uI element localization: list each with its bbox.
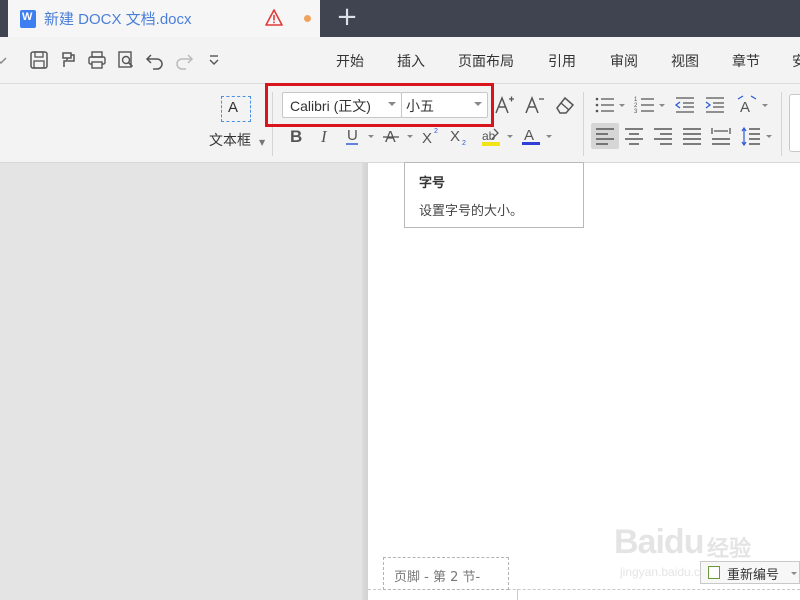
svg-text:ab: ab <box>482 129 496 143</box>
align-left-icon[interactable] <box>594 125 616 147</box>
chevron-down-icon: ▼ <box>259 138 266 147</box>
menu-bar: 开始 插入 页面布局 引用 审阅 视图 章节 安 <box>0 37 800 84</box>
numbered-list-icon[interactable]: 1 2 3 <box>634 94 656 116</box>
renumber-icon <box>708 566 720 579</box>
svg-text:I: I <box>320 127 328 146</box>
print-preview-icon[interactable] <box>116 50 136 70</box>
text-direction-icon[interactable]: A <box>736 94 758 116</box>
redo-icon[interactable] <box>174 50 194 70</box>
textbox-label: 文本框 <box>209 133 251 149</box>
styles-gallery[interactable] <box>789 94 800 152</box>
font-color-icon[interactable]: A <box>520 125 542 147</box>
document-tab-title: 新建 DOCX 文档.docx <box>44 11 192 28</box>
decrease-indent-icon[interactable] <box>674 94 696 116</box>
svg-text:2: 2 <box>434 128 438 135</box>
underline-icon[interactable]: U <box>343 125 365 147</box>
format-painter-icon[interactable] <box>58 50 78 70</box>
svg-text:X: X <box>422 130 432 147</box>
menu-section[interactable]: 章节 <box>732 51 760 71</box>
divider <box>583 92 584 156</box>
footer-section-tag: 页脚 - 第 2 节- <box>383 557 509 590</box>
textbox-icon: A <box>221 96 251 122</box>
eraser-icon[interactable] <box>554 94 576 116</box>
svg-text:A: A <box>524 127 534 144</box>
chevron-down-icon[interactable] <box>619 104 625 107</box>
footer-tag-label: 页脚 - 第 2 节- <box>394 570 481 585</box>
italic-icon[interactable]: I <box>314 125 336 147</box>
chevron-down-icon[interactable] <box>659 104 665 107</box>
save-icon[interactable] <box>29 50 49 70</box>
watermark-cn: 经验 <box>707 537 752 562</box>
chevron-down-icon[interactable] <box>546 135 552 138</box>
menu-references[interactable]: 引用 <box>548 51 576 71</box>
chevron-down-icon[interactable] <box>407 135 413 138</box>
distributed-align-icon[interactable] <box>710 125 732 147</box>
divider <box>517 589 518 600</box>
svg-text:A: A <box>740 99 750 116</box>
tooltip-title: 字号 <box>419 176 446 191</box>
chevron-down-icon[interactable] <box>507 135 513 138</box>
superscript-icon[interactable]: X 2 <box>420 125 442 147</box>
print-icon[interactable] <box>87 50 107 70</box>
menu-security[interactable]: 安 <box>792 51 800 71</box>
textbox-button[interactable]: A 文本框 ▼ <box>205 94 267 154</box>
chevron-down-icon[interactable] <box>368 135 374 138</box>
renumber-button[interactable]: 重新编号 <box>700 561 800 584</box>
new-tab-button[interactable]: + <box>336 4 358 30</box>
font-controls-highlight <box>265 83 494 127</box>
chevron-down-icon <box>791 572 797 575</box>
svg-text:U: U <box>347 127 358 144</box>
renumber-label: 重新编号 <box>727 568 780 583</box>
font-size-tooltip: 字号 设置字号的大小。 <box>404 162 584 228</box>
svg-text:3: 3 <box>634 109 638 115</box>
grow-font-icon[interactable] <box>493 94 515 116</box>
tab-bar: 新建 DOCX 文档.docx + <box>0 0 800 37</box>
word-doc-icon <box>20 9 36 28</box>
more-dropdown-icon[interactable] <box>204 50 224 70</box>
justify-icon[interactable] <box>681 125 703 147</box>
watermark-logo: Baidu <box>614 523 704 561</box>
menu-review[interactable]: 审阅 <box>610 51 638 71</box>
divider <box>781 92 782 156</box>
bold-icon[interactable]: B <box>285 125 307 147</box>
increase-indent-icon[interactable] <box>704 94 726 116</box>
subscript-icon[interactable]: X 2 <box>448 125 470 147</box>
chevron-down-icon[interactable] <box>766 135 772 138</box>
align-right-icon[interactable] <box>652 125 674 147</box>
bullet-list-icon[interactable] <box>594 94 616 116</box>
warning-icon[interactable] <box>265 9 283 27</box>
svg-text:X: X <box>450 128 460 145</box>
chevron-down-icon[interactable] <box>762 104 768 107</box>
svg-text:2: 2 <box>462 140 466 147</box>
menu-insert[interactable]: 插入 <box>397 51 425 71</box>
chevron-down-icon[interactable] <box>0 50 14 70</box>
menu-home[interactable]: 开始 <box>336 51 364 71</box>
align-center-icon[interactable] <box>623 125 645 147</box>
document-tab[interactable]: 新建 DOCX 文档.docx <box>8 0 320 37</box>
svg-text:B: B <box>290 127 302 146</box>
tooltip-description: 设置字号的大小。 <box>419 204 524 219</box>
line-spacing-icon[interactable] <box>740 125 762 147</box>
shrink-font-icon[interactable] <box>523 94 545 116</box>
undo-icon[interactable] <box>145 50 165 70</box>
unsaved-indicator-icon <box>304 15 311 22</box>
menu-view[interactable]: 视图 <box>671 51 699 71</box>
menu-page-layout[interactable]: 页面布局 <box>458 51 514 71</box>
text-highlight-icon[interactable]: ab <box>480 125 502 147</box>
strikethrough-icon[interactable]: A <box>381 125 403 147</box>
